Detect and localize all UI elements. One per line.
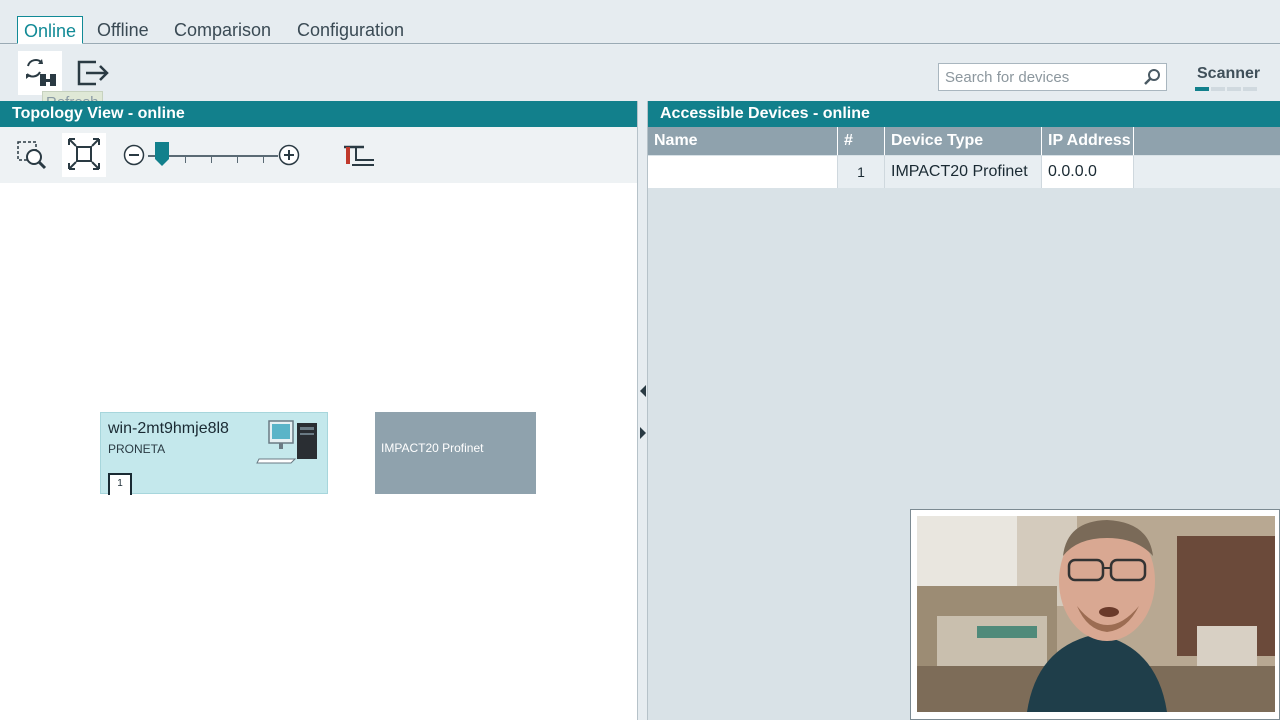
column-name[interactable]: Name — [648, 127, 838, 155]
node-device-name: IMPACT20 Profinet — [381, 441, 484, 455]
column-index[interactable]: # — [838, 127, 885, 155]
tab-online[interactable]: Online — [17, 16, 84, 44]
expand-right-icon[interactable] — [639, 427, 647, 439]
fit-to-screen-icon — [68, 137, 100, 170]
computer-icon — [256, 420, 317, 464]
zoom-in-icon[interactable] — [278, 144, 300, 166]
topology-panel-title: Topology View - online — [0, 101, 637, 127]
tab-offline[interactable]: Offline — [91, 16, 155, 44]
topology-toolbar — [0, 127, 637, 183]
layout-button[interactable] — [336, 133, 380, 177]
cell-device-type: IMPACT20 Profinet — [885, 156, 1042, 188]
topology-node-pc[interactable]: win-2mt9hmje8l8 PRONETA 1 — [100, 412, 328, 495]
search-input[interactable] — [938, 63, 1167, 91]
refresh-network-icon — [26, 58, 56, 86]
devices-table-header: Name # Device Type IP Address — [648, 127, 1280, 155]
topology-node-impact20[interactable]: IMPACT20 Profinet — [375, 412, 536, 494]
panel-splitter[interactable] — [637, 101, 648, 720]
export-icon — [77, 60, 109, 85]
webcam-overlay — [910, 509, 1280, 720]
tab-configuration[interactable]: Configuration — [291, 16, 410, 44]
search-icon[interactable] — [1142, 67, 1162, 87]
zoom-slider-thumb[interactable] — [154, 142, 169, 166]
cell-ip-address[interactable]: 0.0.0.0 — [1042, 156, 1134, 188]
column-device-type[interactable]: Device Type — [885, 127, 1042, 155]
refresh-button[interactable] — [18, 51, 62, 95]
column-ip-address[interactable]: IP Address — [1042, 127, 1134, 155]
cell-name[interactable] — [648, 156, 838, 188]
presenter-video-image — [917, 516, 1275, 712]
devices-panel-title: Accessible Devices - online — [648, 101, 1280, 127]
zoom-selection-icon — [17, 140, 47, 169]
node-pc-name: win-2mt9hmje8l8 — [108, 420, 229, 437]
topology-layout-icon — [344, 145, 374, 166]
topology-panel: Topology View - online win-2mt9hmje8l8 P… — [0, 101, 637, 720]
fit-to-view-button[interactable] — [62, 133, 106, 177]
cell-index: 1 — [838, 156, 885, 188]
webcam-video — [917, 516, 1275, 712]
collapse-left-icon[interactable] — [639, 385, 647, 397]
zoom-select-button[interactable] — [10, 133, 54, 177]
export-button[interactable] — [70, 51, 114, 95]
zoom-out-icon[interactable] — [123, 144, 145, 166]
main-toolbar: Refresh Scanner — [0, 45, 1280, 113]
tab-comparison[interactable]: Comparison — [168, 16, 277, 44]
tab-bar: Online Offline Comparison Configuration — [0, 0, 1280, 44]
row-filler — [1134, 156, 1280, 188]
port-1[interactable]: 1 — [108, 473, 132, 495]
node-pc-type: PRONETA — [108, 442, 166, 456]
scanner-label[interactable]: Scanner — [1197, 65, 1260, 83]
scanner-progress — [1195, 87, 1257, 91]
table-row[interactable]: 1 IMPACT20 Profinet 0.0.0.0 — [648, 156, 1280, 188]
